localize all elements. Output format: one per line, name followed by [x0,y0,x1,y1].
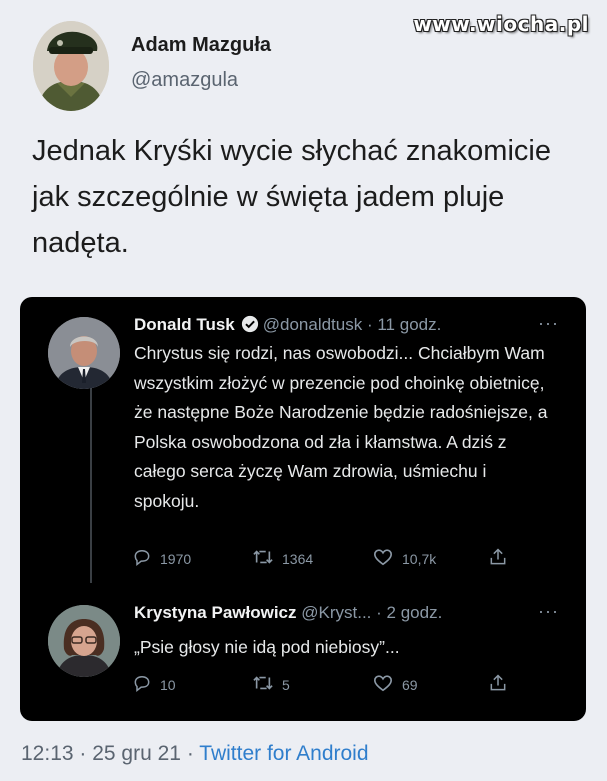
tusk-name[interactable]: Donald Tusk [134,315,235,334]
pawlowicz-text: „Psie głosy nie idą pod niebiosy”... [134,637,400,657]
footer-separator: · [73,742,93,765]
tusk-text: Chrystus się rodzi, nas oswobodzi... Chc… [134,343,548,511]
pawlowicz-handle[interactable]: @Kryst... [301,603,371,622]
retweet-action[interactable]: 1364 [252,547,313,570]
tusk-actions: 1970 1364 10,7k [132,547,512,571]
pawlowicz-name[interactable]: Krystyna Pawłowicz [134,603,297,622]
tweet-time: 12:13 [21,742,74,765]
reply-icon [132,547,160,570]
tweet-source-link[interactable]: Twitter for Android [199,742,368,765]
tweet-author: Adam Mazguła @amazgula [33,20,271,112]
quoted-thread-card[interactable]: Donald Tusk @donaldtusk · 11 godz. ··· Ch… [20,297,586,721]
retweet-count: 1364 [282,550,314,567]
like-count: 10,7k [402,550,437,567]
tusk-header: Donald Tusk @donaldtusk · 11 godz. [134,315,441,338]
tusk-avatar[interactable] [48,317,120,389]
reply-icon [132,673,160,696]
like-count: 69 [402,676,418,693]
pawlowicz-more-icon[interactable]: ··· [538,601,559,622]
author-avatar[interactable] [33,21,109,111]
retweet-count: 5 [282,676,290,693]
retweet-icon [252,673,282,696]
retweet-action[interactable]: 5 [252,673,290,696]
tusk-handle[interactable]: @donaldtusk [263,315,363,334]
author-handle[interactable]: @amazgula [131,69,271,92]
author-name[interactable]: Adam Mazguła [131,34,271,57]
retweet-icon [252,547,282,570]
reply-action[interactable]: 10 [132,673,176,696]
share-action[interactable] [488,673,516,696]
tweet-text: Jednak Kryśki wycie słychać znakomicie j… [32,135,551,259]
footer-separator: · [180,742,200,765]
tweet-date: 25 gru 21 [92,742,181,765]
site-watermark: www.wiocha.pl [413,12,589,36]
pawlowicz-actions: 10 5 69 [132,673,512,697]
pawlowicz-time[interactable]: · 2 godz. [376,603,442,622]
pawlowicz-avatar[interactable] [48,605,120,677]
reply-count: 1970 [160,550,192,567]
pawlowicz-header: Krystyna Pawłowicz @Kryst... · 2 godz. [134,603,442,623]
like-action[interactable]: 10,7k [372,547,436,570]
share-icon [488,673,516,696]
reply-action[interactable]: 1970 [132,547,191,570]
verified-badge-icon [241,315,259,338]
reply-count: 10 [160,676,176,693]
tweet-footer: 12:13 · 25 gru 21 · Twitter for Android [21,742,369,766]
tusk-time[interactable]: · 11 godz. [367,315,441,334]
like-action[interactable]: 69 [372,673,418,696]
heart-icon [372,547,402,570]
thread-connector [90,385,92,583]
tusk-more-icon[interactable]: ··· [538,313,559,334]
heart-icon [372,673,402,696]
share-action[interactable] [488,547,516,570]
share-icon [488,547,516,570]
